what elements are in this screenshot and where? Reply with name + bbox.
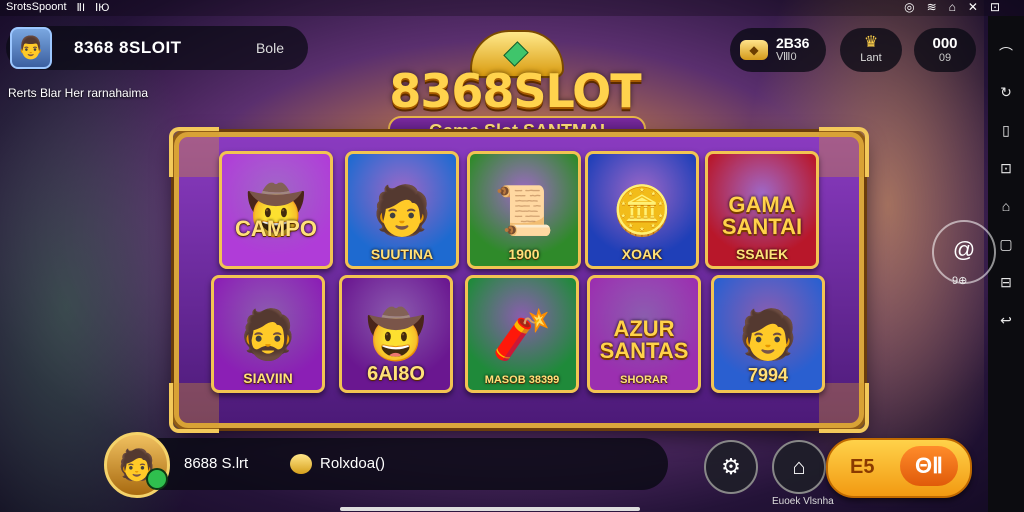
online-status-icon bbox=[146, 468, 168, 490]
bottom-player-name: 8688 S.lrt bbox=[184, 455, 249, 472]
game-tile[interactable]: 🧨 MASOB 38399 bbox=[465, 275, 579, 393]
coin-sub: Ⅷ0 bbox=[776, 51, 797, 63]
tile-caption: CAMPO bbox=[235, 216, 317, 241]
coin-balance-pill[interactable]: ◆ 2B36 Ⅷ0 bbox=[730, 28, 826, 72]
phone-icon[interactable]: ▯ bbox=[996, 120, 1016, 140]
status-app-name: SrotsSpoont bbox=[6, 1, 67, 13]
frame-corner bbox=[819, 127, 869, 177]
carrier-icon: ⅠЮ bbox=[95, 2, 110, 14]
game-tile[interactable]: 🪙 XOAK bbox=[585, 151, 699, 269]
play-button[interactable]: E5 ΘⅡ bbox=[826, 438, 972, 498]
tile-title: GAMA SANTAI bbox=[721, 192, 803, 239]
message-value: 000 bbox=[932, 35, 958, 52]
game-tile[interactable]: GAMA SANTAI SSAIEK bbox=[705, 151, 819, 269]
frame-corner bbox=[819, 383, 869, 433]
side-label: 9⊕ bbox=[952, 275, 968, 287]
game-tile[interactable]: 🤠 CAMPO bbox=[219, 151, 333, 269]
wifi-icon: ≋ bbox=[926, 0, 937, 14]
gear-icon: ⚙ bbox=[721, 454, 741, 479]
player-name: 8368 8SLOIT bbox=[74, 38, 182, 57]
status-bar: SrotsSpoont ⅡI ⅠЮ ◎ ≋ ⌂ ✕ ⊡ bbox=[0, 0, 1024, 16]
game-tile[interactable]: 📜 1900 bbox=[467, 151, 581, 269]
sys-nav-icon[interactable]: ⌒ bbox=[996, 44, 1016, 64]
announcement-marquee: Rerts Blar Her rarnahaima bbox=[8, 86, 149, 100]
signal-icon: ⅡI bbox=[76, 2, 86, 14]
window-icon[interactable]: ⊡ bbox=[990, 0, 1000, 14]
profile-tag: Bole bbox=[255, 40, 284, 56]
frame-corner bbox=[169, 383, 219, 433]
tile-title: AZUR SANTAS bbox=[599, 316, 689, 363]
home-icon: ⌂ bbox=[792, 454, 806, 479]
level-pill[interactable]: ♛ Lant bbox=[840, 28, 902, 72]
status-icon-1: ◎ bbox=[904, 0, 915, 14]
recents-icon[interactable]: ▢ bbox=[996, 234, 1016, 254]
close-icon[interactable]: ✕ bbox=[968, 0, 978, 14]
frame-corner bbox=[169, 127, 219, 177]
back-icon[interactable]: ↩ bbox=[996, 310, 1016, 330]
game-tile[interactable]: 🧑 7994 bbox=[711, 275, 825, 393]
status-icon-3: ⌂ bbox=[948, 0, 956, 14]
tile-caption: SSAIEK bbox=[735, 246, 789, 262]
tile-caption: SUUTINA bbox=[370, 246, 434, 262]
bottom-balance: Rolxdoa() bbox=[320, 455, 386, 472]
game-tile[interactable]: 🧔 SIAVIIN bbox=[211, 275, 325, 393]
screenshot-icon[interactable]: ⊡ bbox=[996, 158, 1016, 178]
home-indicator[interactable] bbox=[340, 507, 640, 511]
avatar[interactable]: 👨 bbox=[10, 27, 52, 69]
window-icon[interactable]: ⊟ bbox=[996, 272, 1016, 292]
crown-icon: ♛ bbox=[863, 34, 879, 51]
game-tile[interactable]: 🤠 6AI8O bbox=[339, 275, 453, 393]
tile-art: 🤠 bbox=[246, 184, 306, 238]
tile-caption: SHORAR bbox=[620, 374, 668, 386]
coin-stack-icon: ◆ bbox=[740, 40, 768, 60]
profile-pill[interactable]: 👨 8368 8SLOIT Bole bbox=[6, 26, 308, 70]
play-left-label: E5 bbox=[850, 456, 875, 478]
home-icon[interactable]: ⌂ bbox=[996, 196, 1016, 216]
logo-title: 8368SLOT bbox=[389, 64, 641, 118]
rotate-icon[interactable]: ↻ bbox=[996, 82, 1016, 102]
tile-caption: 7994 bbox=[747, 365, 789, 385]
game-grid: 🤠 CAMPO 🧑 SUUTINA 📜 1900 🪙 XOAK GAMA SAN… bbox=[169, 127, 869, 433]
message-sub: 09 bbox=[938, 52, 952, 64]
tile-caption: SIAVIIN bbox=[243, 370, 293, 386]
message-pill[interactable]: 000 09 bbox=[914, 28, 976, 72]
game-tile[interactable]: AZUR SANTAS SHORAR bbox=[587, 275, 701, 393]
coin-value: 2B36 bbox=[776, 35, 810, 51]
settings-button[interactable]: ⚙ bbox=[704, 440, 758, 494]
game-tile[interactable]: 🧑 SUUTINA bbox=[345, 151, 459, 269]
play-right-label: ΘⅡ bbox=[900, 446, 958, 486]
home-button[interactable]: ⌂ bbox=[772, 440, 826, 494]
tile-caption: XOAK bbox=[621, 246, 663, 262]
tile-caption: 1900 bbox=[508, 246, 540, 262]
tile-caption: MASOB 38399 bbox=[484, 374, 560, 386]
coin-icon bbox=[290, 454, 312, 474]
level-label: Lant bbox=[860, 52, 882, 64]
tile-caption: 6AI8O bbox=[367, 363, 425, 385]
button-label: Euoek Vlsnha bbox=[772, 496, 834, 507]
